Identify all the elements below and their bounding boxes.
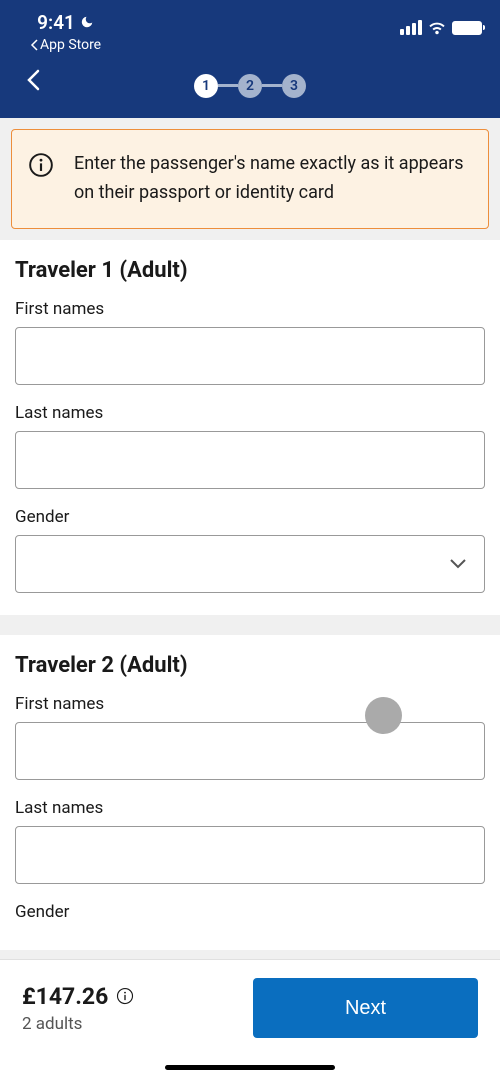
traveler-1-heading: Traveler 1 (Adult) — [15, 258, 485, 283]
gender-label: Gender — [15, 902, 485, 922]
gender-label: Gender — [15, 507, 485, 527]
passenger-count: 2 adults — [22, 1014, 134, 1034]
last-names-input[interactable] — [15, 826, 485, 884]
touch-indicator — [365, 697, 402, 734]
bottom-bar: £147.26 2 adults Next — [0, 959, 500, 1080]
info-banner-text: Enter the passenger's name exactly as it… — [74, 150, 472, 208]
status-bar: 9:41 App Store — [0, 0, 500, 53]
price-summary: £147.26 2 adults — [22, 983, 134, 1034]
clock-time: 9:41 — [37, 11, 75, 34]
traveler-2-heading: Traveler 2 (Adult) — [15, 653, 485, 678]
step-3: 3 — [282, 74, 306, 98]
nav-bar: 1 2 3 — [0, 53, 500, 118]
first-names-label: First names — [15, 694, 485, 714]
first-names-input[interactable] — [15, 722, 485, 780]
back-button[interactable] — [18, 65, 48, 95]
moon-icon — [80, 15, 94, 29]
step-2: 2 — [238, 74, 262, 98]
last-names-label: Last names — [15, 798, 485, 818]
wifi-icon — [428, 21, 446, 35]
step-1: 1 — [194, 74, 218, 98]
step-connector — [262, 84, 282, 87]
gender-select[interactable] — [15, 535, 485, 593]
app-store-back-label: App Store — [40, 37, 101, 53]
app-store-back-link[interactable]: App Store — [30, 37, 101, 53]
info-icon — [28, 152, 54, 178]
battery-icon — [452, 21, 482, 35]
progress-stepper: 1 2 3 — [194, 74, 306, 98]
traveler-1-section: Traveler 1 (Adult) First names Last name… — [0, 240, 500, 615]
home-indicator[interactable] — [165, 1065, 335, 1070]
first-names-label: First names — [15, 299, 485, 319]
next-button[interactable]: Next — [253, 978, 478, 1038]
total-price: £147.26 — [22, 983, 108, 1010]
status-right — [400, 20, 482, 35]
info-banner: Enter the passenger's name exactly as it… — [11, 129, 489, 229]
info-icon[interactable] — [116, 987, 134, 1005]
chevron-left-icon — [25, 68, 41, 92]
last-names-label: Last names — [15, 403, 485, 423]
last-names-input[interactable] — [15, 431, 485, 489]
signal-icon — [400, 20, 422, 35]
step-connector — [218, 84, 238, 87]
app-header: 9:41 App Store — [0, 0, 500, 118]
chevron-left-icon — [30, 39, 38, 51]
status-left: 9:41 App Store — [30, 11, 101, 53]
first-names-input[interactable] — [15, 327, 485, 385]
traveler-2-section: Traveler 2 (Adult) First names Last name… — [0, 635, 500, 950]
